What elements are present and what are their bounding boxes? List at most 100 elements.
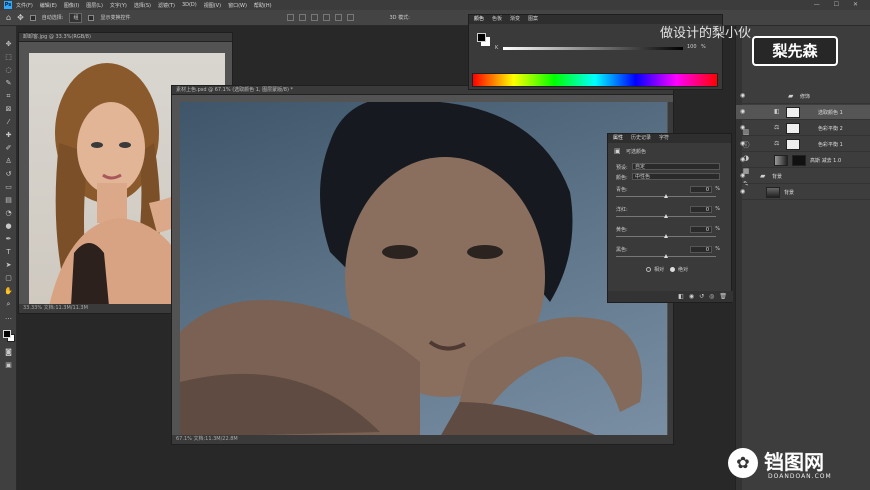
layer-row[interactable]: ◉ ▰ 修饰 bbox=[736, 89, 870, 104]
layer-name[interactable]: 选取颜色 1 bbox=[818, 109, 843, 116]
menu-edit[interactable]: 编辑(E) bbox=[40, 2, 57, 9]
k-slider[interactable] bbox=[503, 47, 683, 50]
k-value[interactable]: 100 bbox=[687, 44, 697, 50]
colors-dropdown[interactable]: 中性色 bbox=[632, 173, 720, 180]
layer-name[interactable]: 色彩平衡 1 bbox=[818, 141, 843, 148]
tab-properties[interactable]: 属性 bbox=[613, 134, 623, 143]
layer-name[interactable]: 背景 bbox=[784, 189, 794, 196]
menu-view[interactable]: 视图(V) bbox=[204, 2, 221, 9]
frame-tool-icon[interactable]: ⊠ bbox=[3, 105, 14, 114]
quick-select-tool-icon[interactable]: ✎ bbox=[3, 79, 14, 88]
view-previous-icon[interactable]: ◉ bbox=[689, 293, 694, 300]
layer-row[interactable]: ◉ 高斯 减去 1.0 bbox=[736, 153, 870, 168]
menu-window[interactable]: 窗口(W) bbox=[228, 2, 247, 9]
window-controls[interactable]: — ☐ ✕ bbox=[814, 1, 864, 8]
layer-name[interactable]: 背景 bbox=[772, 173, 782, 180]
layer-mask-thumbnail[interactable] bbox=[792, 155, 806, 166]
align-right-icon[interactable] bbox=[310, 14, 318, 21]
menu-file[interactable]: 文件(F) bbox=[16, 2, 33, 9]
rectangle-tool-icon[interactable]: ▢ bbox=[3, 274, 14, 283]
visibility-eye-icon[interactable]: ◉ bbox=[740, 93, 747, 99]
layer-row-selected[interactable]: ◉ ◧ 选取颜色 1 bbox=[736, 105, 870, 120]
auto-select-checkbox[interactable] bbox=[29, 14, 36, 21]
menu-type[interactable]: 文字(Y) bbox=[110, 2, 127, 9]
layer-row[interactable]: ◉ ⚖ 色彩平衡 2 bbox=[736, 121, 870, 136]
crop-tool-icon[interactable]: ⌗ bbox=[3, 92, 14, 101]
healing-brush-icon[interactable]: ✚ bbox=[3, 131, 14, 140]
visibility-eye-icon[interactable]: ◉ bbox=[740, 125, 747, 131]
visibility-eye-icon[interactable]: ◉ bbox=[740, 173, 747, 179]
tab-history[interactable]: 历史记录 bbox=[631, 134, 651, 143]
magenta-knob[interactable] bbox=[664, 214, 668, 218]
relative-radio[interactable] bbox=[646, 267, 651, 272]
layer-row[interactable]: ◉ 背景 bbox=[736, 185, 870, 200]
layer-thumbnail[interactable] bbox=[766, 187, 780, 198]
reset-icon[interactable]: ↺ bbox=[699, 293, 704, 300]
layer-row[interactable]: ◉ ▰ 背景 bbox=[736, 169, 870, 184]
tab-patterns[interactable]: 图案 bbox=[528, 15, 538, 24]
eyedropper-tool-icon[interactable]: ⁄ bbox=[3, 118, 14, 127]
quick-mask-icon[interactable]: ◙ bbox=[3, 348, 14, 357]
align-center-icon[interactable] bbox=[298, 14, 306, 21]
zoom-tool-icon[interactable]: ⌕ bbox=[3, 300, 14, 309]
marquee-tool-icon[interactable]: ⬚ bbox=[3, 53, 14, 62]
visibility-eye-icon[interactable]: ◉ bbox=[740, 141, 747, 147]
black-value[interactable]: 0 bbox=[690, 246, 712, 253]
transform-controls-checkbox[interactable] bbox=[88, 14, 95, 21]
layer-thumbnail[interactable] bbox=[774, 155, 788, 166]
magenta-value[interactable]: 0 bbox=[690, 206, 712, 213]
dodge-tool-icon[interactable]: ● bbox=[3, 222, 14, 231]
yellow-slider[interactable]: 黄色: 0 % bbox=[616, 226, 726, 240]
yellow-knob[interactable] bbox=[664, 234, 668, 238]
align-left-icon[interactable] bbox=[286, 14, 294, 21]
align-middle-icon[interactable] bbox=[334, 14, 342, 21]
layer-mask-thumbnail[interactable] bbox=[786, 139, 800, 150]
visibility-eye-icon[interactable]: ◉ bbox=[740, 157, 747, 163]
menu-filter[interactable]: 滤镜(T) bbox=[158, 2, 175, 9]
layer-row[interactable]: ◉ ⚖ 色彩平衡 1 bbox=[736, 137, 870, 152]
lasso-tool-icon[interactable]: ◌ bbox=[3, 66, 14, 75]
blur-tool-icon[interactable]: ◔ bbox=[3, 209, 14, 218]
layer-mask-thumbnail[interactable] bbox=[786, 123, 800, 134]
clone-stamp-icon[interactable]: ♙ bbox=[3, 157, 14, 166]
black-knob[interactable] bbox=[664, 254, 668, 258]
gradient-tool-icon[interactable]: ▤ bbox=[3, 196, 14, 205]
layer-name[interactable]: 高斯 减去 1.0 bbox=[810, 157, 841, 164]
black-slider[interactable]: 黑色: 0 % bbox=[616, 246, 726, 260]
more-tools-icon[interactable]: … bbox=[3, 313, 14, 322]
eraser-tool-icon[interactable]: ▭ bbox=[3, 183, 14, 192]
visibility-eye-icon[interactable]: ◉ bbox=[740, 189, 747, 195]
cyan-knob[interactable] bbox=[664, 194, 668, 198]
cyan-slider[interactable]: 青色: 0 % bbox=[616, 186, 726, 200]
tab-gradients[interactable]: 渐变 bbox=[510, 15, 520, 24]
reference-document-tab[interactable]: 卸卸客.jpg @ 33.3%(RGB/8) bbox=[19, 33, 232, 42]
menu-layer[interactable]: 图层(L) bbox=[86, 2, 103, 9]
screen-mode-icon[interactable]: ▣ bbox=[3, 361, 14, 370]
path-select-icon[interactable]: ➤ bbox=[3, 261, 14, 270]
pen-tool-icon[interactable]: ✒ bbox=[3, 235, 14, 244]
move-tool-icon[interactable]: ✥ bbox=[17, 13, 24, 22]
delete-icon[interactable]: 🗑 bbox=[719, 293, 727, 300]
menu-help[interactable]: 帮助(H) bbox=[254, 2, 272, 9]
visibility-eye-icon[interactable]: ◉ bbox=[740, 109, 747, 115]
home-icon[interactable]: ⌂ bbox=[6, 13, 11, 22]
layer-mask-thumbnail[interactable] bbox=[786, 107, 800, 118]
preset-dropdown[interactable]: 自定 bbox=[632, 163, 720, 170]
align-top-icon[interactable] bbox=[322, 14, 330, 21]
tab-swatches[interactable]: 色板 bbox=[492, 15, 502, 24]
magenta-slider[interactable]: 洋红: 0 % bbox=[616, 206, 726, 220]
align-bottom-icon[interactable] bbox=[346, 14, 354, 21]
brush-tool-icon[interactable]: ✐ bbox=[3, 144, 14, 153]
menu-select[interactable]: 选择(S) bbox=[134, 2, 151, 9]
type-tool-icon[interactable]: T bbox=[3, 248, 14, 257]
layer-name[interactable]: 修饰 bbox=[800, 93, 810, 100]
move-tool-icon[interactable]: ✥ bbox=[3, 40, 14, 49]
clip-to-layer-icon[interactable]: ◧ bbox=[678, 293, 684, 300]
color-spectrum-bar[interactable] bbox=[472, 73, 718, 87]
menu-image[interactable]: 图像(I) bbox=[64, 2, 79, 9]
tab-character[interactable]: 字符 bbox=[659, 134, 669, 143]
toggle-visibility-icon[interactable]: ◎ bbox=[709, 293, 714, 300]
cyan-value[interactable]: 0 bbox=[690, 186, 712, 193]
auto-select-dropdown[interactable]: 组 bbox=[69, 12, 83, 23]
absolute-radio[interactable] bbox=[670, 267, 675, 272]
